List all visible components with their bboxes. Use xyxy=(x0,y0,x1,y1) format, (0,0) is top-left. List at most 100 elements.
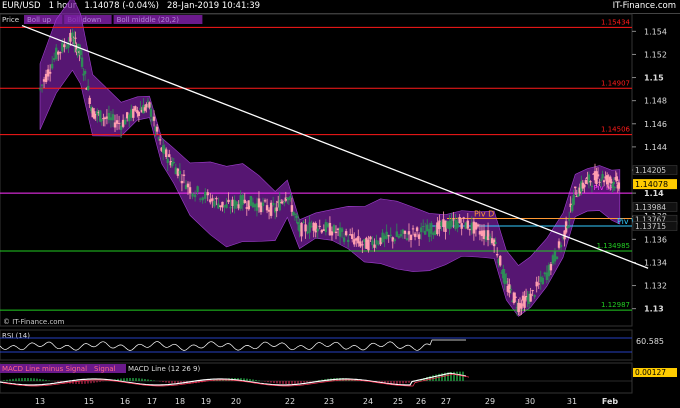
candle-body xyxy=(617,182,621,189)
candle-body xyxy=(574,186,577,189)
candle-body xyxy=(514,296,517,299)
candle-body xyxy=(290,205,294,212)
candle-body xyxy=(48,71,52,74)
candle-body xyxy=(191,193,194,197)
candle-body xyxy=(399,233,403,237)
x-tick-label: Feb xyxy=(602,397,619,406)
candle-body xyxy=(549,264,553,271)
candle-body xyxy=(148,102,151,108)
candle-body xyxy=(371,240,374,246)
y-tick-label: 1.154 xyxy=(644,27,667,36)
candle-body xyxy=(417,234,421,239)
x-tick-label: 25 xyxy=(393,397,403,406)
candle-body xyxy=(555,256,559,260)
candle-body xyxy=(361,244,364,246)
level-label-piv-d: Piv D xyxy=(474,210,494,219)
candle-body xyxy=(405,238,409,240)
candle-body xyxy=(86,85,90,91)
candle-body xyxy=(367,239,370,251)
candle-body xyxy=(211,198,214,201)
candle-body xyxy=(458,217,461,223)
candle-body xyxy=(134,106,137,111)
candle-body xyxy=(486,230,490,241)
candle-body xyxy=(152,116,156,121)
x-tick-label: 23 xyxy=(324,397,334,406)
candle-body xyxy=(598,181,601,183)
rsi-panel-frame xyxy=(0,329,633,361)
candle-body xyxy=(289,196,292,198)
x-tick-label: 15 xyxy=(84,397,94,406)
bollinger-band xyxy=(39,0,621,317)
candle-body xyxy=(243,199,246,204)
candle-body xyxy=(421,225,425,227)
x-tick-label: 13 xyxy=(35,397,45,406)
y-tick-label: 1.136 xyxy=(644,235,667,244)
candle-body xyxy=(389,234,392,236)
x-tick-label: 19 xyxy=(201,397,211,406)
x-tick-label: 22 xyxy=(285,397,295,406)
candle-body xyxy=(346,239,350,243)
y-tick-label: 1.13 xyxy=(644,305,664,314)
x-tick-label: 31 xyxy=(567,397,577,406)
watermark: © IT-Finance.com xyxy=(3,318,65,326)
candle-body xyxy=(572,195,575,205)
level-label-s2: 1.12987 xyxy=(601,301,630,309)
candle-body xyxy=(182,174,186,176)
candle-body xyxy=(411,228,415,230)
rsi-line xyxy=(0,339,466,351)
candle-body xyxy=(373,244,376,248)
candle-body xyxy=(460,223,463,229)
candle-body xyxy=(172,161,176,164)
candle-body xyxy=(193,194,197,198)
candle-body xyxy=(261,202,265,207)
candle-body xyxy=(296,221,300,225)
candle-body xyxy=(476,224,480,227)
candle-body xyxy=(589,181,592,183)
candle-body xyxy=(430,223,433,234)
x-tick-label: 16 xyxy=(120,397,130,406)
candle-body xyxy=(344,231,348,236)
candle-body xyxy=(117,123,121,125)
y-tick-label: 1.14 xyxy=(644,189,664,198)
x-tick-label: 20 xyxy=(231,397,241,406)
candle-body xyxy=(409,234,413,240)
right-label-highlight: 1.14078 xyxy=(635,180,668,189)
candle-body xyxy=(590,185,594,187)
candle-body xyxy=(595,171,598,185)
candle-body xyxy=(198,198,202,200)
candle-body xyxy=(577,194,580,197)
candle-body xyxy=(495,254,499,256)
candle-body xyxy=(155,126,159,132)
candle-body xyxy=(227,199,230,203)
candle-body xyxy=(533,295,536,297)
candle-body xyxy=(602,180,606,183)
candle-body xyxy=(509,289,513,291)
candle-body xyxy=(462,217,465,219)
level-label-r3: 1.14506 xyxy=(601,126,630,134)
candle-body xyxy=(541,277,544,285)
candle-body xyxy=(553,251,557,262)
candle-body xyxy=(186,183,190,188)
candle-body xyxy=(570,204,574,212)
candle-body xyxy=(180,180,184,184)
candle-body xyxy=(520,303,523,309)
candle-body xyxy=(265,205,269,211)
candle-body xyxy=(407,231,411,235)
candle-body xyxy=(225,204,228,208)
candle-body xyxy=(157,137,160,139)
level-label-r1: 1.15434 xyxy=(601,18,630,26)
y-tick-label: 1.15 xyxy=(644,74,664,83)
candle-body xyxy=(63,44,66,48)
candle-body xyxy=(275,207,278,212)
candle-body xyxy=(59,52,62,54)
y-tick-label: 1.146 xyxy=(644,120,667,129)
candle-body xyxy=(488,236,492,239)
candle-body xyxy=(82,73,85,76)
level-label-s1: 1.134985 xyxy=(597,242,630,250)
level-label-r2: 1.14907 xyxy=(601,79,630,87)
x-tick-label: 27 xyxy=(441,397,451,406)
y-tick-label: 1.134 xyxy=(644,258,667,267)
candle-body xyxy=(505,280,508,283)
candle-body xyxy=(369,236,372,240)
candle-body xyxy=(278,199,281,211)
